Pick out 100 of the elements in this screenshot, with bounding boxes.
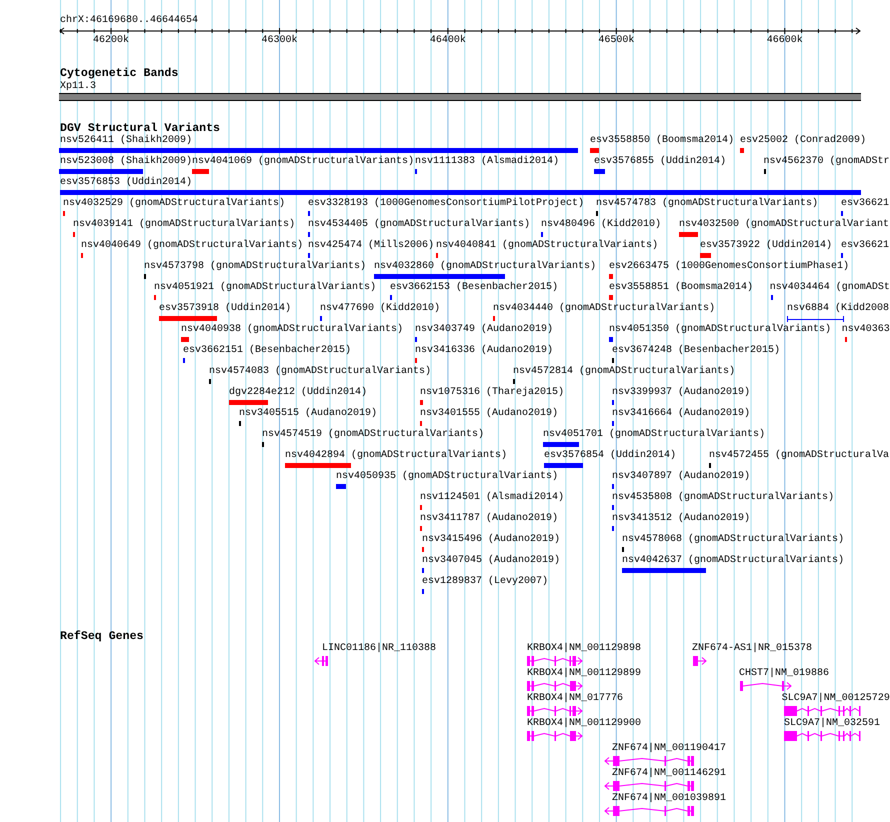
tick-label: 46600k [766, 35, 803, 47]
variant-span-line[interactable] [787, 316, 844, 322]
gene-label: ZNF674|NM_001039891 [612, 793, 726, 805]
variant-label: nsv4574783 (gnomADStructuralVariants) [596, 198, 818, 210]
variant-bar[interactable] [700, 253, 711, 258]
gene-structure-drawing[interactable] [604, 780, 695, 792]
gene-label: SLC9A7|NM_032591 [784, 718, 880, 730]
variant-label: nsv3407045 (Audano2019) [422, 554, 560, 566]
variant-label: nsv4032529 (gnomADStructuralVariants) [63, 198, 286, 210]
variant-label: esv3576854 (Uddin2014) [544, 450, 676, 462]
variant-bar[interactable] [192, 169, 209, 174]
variant-bar[interactable] [59, 169, 143, 174]
variant-label: nsv3407897 (Audano2019) [612, 470, 750, 482]
variant-label: esv3573922 (Uddin2014) [700, 240, 832, 252]
variant-bar[interactable] [285, 463, 351, 468]
gene-label: KRBOX4|NM_017776 [527, 693, 624, 705]
variant-bar[interactable] [159, 316, 217, 321]
gene-structure-drawing[interactable] [604, 805, 695, 817]
variant-label: esv3558850 (Boomsma2014) [590, 134, 734, 146]
variant-label: nsv1111383 (Alsmadi2014) [415, 156, 560, 168]
tick-label: 46200k [93, 35, 130, 47]
gene-label: ZNF674-AS1|NR_015378 [692, 643, 812, 655]
gene-structure-drawing[interactable] [526, 730, 583, 742]
variant-bar[interactable] [374, 274, 505, 279]
variant-bar[interactable] [609, 295, 613, 300]
variant-label: nsv4042637 (gnomADStructuralVariants) [622, 554, 844, 566]
variant-label: esv36621 [841, 240, 890, 252]
variant-label: esv3558851 (Boomsma2014) [609, 282, 754, 294]
variant-label: nsv3416336 (Audano2019) [415, 344, 554, 356]
variant-bar[interactable] [544, 463, 583, 468]
variant-label: nsv4040938 (gnomADStructuralVariants) [181, 324, 404, 336]
variant-label: esv25002 (Conrad2009) [740, 134, 866, 146]
location-label: chrX:46169680..46644654 [60, 15, 198, 27]
variant-label: nsv6884 (Kidd2008 [787, 302, 890, 314]
variant-label: nsv4041069 (gnomADStructuralVariants) [192, 156, 414, 168]
gene-structure-drawing[interactable] [526, 705, 583, 717]
variant-label: nsv4039141 (gnomADStructuralVariants) [73, 218, 296, 230]
variant-label: nsv4032860 (gnomADStructuralVariants) [374, 260, 596, 272]
variant-label: esv3573918 (Uddin2014) [159, 302, 292, 314]
variant-label: nsv526411 (Shaikh2009) [60, 134, 192, 146]
gene-structure-drawing[interactable] [692, 655, 707, 667]
variant-bar[interactable] [590, 148, 599, 153]
variant-bar[interactable] [229, 400, 268, 405]
variant-bar[interactable] [594, 169, 605, 174]
variant-bar[interactable] [622, 568, 706, 573]
tick-label: 46400k [430, 35, 466, 47]
gene-structure-drawing[interactable] [739, 680, 792, 692]
gene-structure-drawing[interactable] [783, 705, 862, 717]
track-title: RefSeq Genes [60, 630, 144, 643]
variant-label: esv1289837 (Levy2007) [422, 576, 548, 588]
gene-label: ZNF674|NM_001146291 [612, 768, 726, 780]
variant-label: nsv4578068 (gnomADStructuralVariants) [622, 534, 844, 546]
variant-bar[interactable] [336, 484, 346, 489]
variant-label: esv3674248 (Besenbacher2015) [612, 344, 780, 356]
variant-label: nsv3413512 (Audano2019) [612, 512, 750, 524]
variant-bar[interactable] [609, 337, 613, 342]
band-label: Xp11.3 [60, 81, 96, 92]
variant-bar[interactable] [543, 442, 579, 447]
variant-label: nsv1124501 (Alsmadi2014) [420, 492, 564, 504]
gene-structure-drawing[interactable] [526, 680, 583, 692]
variant-label: nsv3415496 (Audano2019) [422, 534, 560, 546]
variant-label: esv3328193 (1000GenomesConsortiumPilotProject) [308, 198, 584, 210]
tick-label: 46500k [598, 35, 634, 47]
gene-label: CHST7|NM_019886 [739, 668, 830, 680]
variant-label: nsv480496 (Kidd2010) [541, 218, 662, 230]
variant-label: nsv4040841 (gnomADStructuralVariants) [436, 240, 658, 252]
variant-label: nsv3416664 (Audano2019) [612, 408, 750, 420]
variant-bar[interactable] [60, 190, 861, 195]
variant-label: nsv4572455 (gnomADStructuralVa [709, 450, 890, 462]
variant-label: nsv3411787 (Audano2019) [420, 512, 558, 524]
variant-label: nsv4535808 (gnomADStructuralVariants) [612, 492, 834, 504]
variant-label: nsv4051921 (gnomADStructuralVariants) [154, 282, 376, 294]
variant-label: nsv523008 (Shaikh2009) [60, 156, 192, 168]
variant-label: nsv4572814 (gnomADStructuralVariants) [513, 366, 736, 378]
gene-structure-drawing[interactable] [526, 655, 583, 667]
variant-bar[interactable] [609, 274, 613, 279]
gene-structure-drawing[interactable] [604, 755, 695, 767]
variant-bar[interactable] [679, 232, 698, 237]
variant-label: esv2663475 (1000GenomesConsortiumPhase1) [609, 260, 850, 272]
variant-label: nsv4042894 (gnomADStructuralVariants) [285, 450, 508, 462]
variant-label: nsv4051350 (gnomADStructuralVariants) [609, 324, 832, 336]
variant-label: nsv4034464 (gnomADSt [770, 282, 890, 294]
variant-label: esv3662151 (Besenbacher2015) [183, 344, 352, 356]
gene-label: KRBOX4|NM_001129898 [527, 643, 642, 655]
variant-bar[interactable] [420, 400, 423, 405]
variant-label: nsv4032500 (gnomADStructuralVariant [679, 218, 890, 230]
variant-label: nsv3403749 (Audano2019) [415, 324, 554, 336]
gene-structure-drawing[interactable] [314, 655, 329, 667]
variant-label: nsv3405515 (Audano2019) [239, 408, 378, 420]
variant-label: dgv2284e212 (Uddin2014) [229, 386, 368, 398]
variant-label: esv3576855 (Uddin2014) [594, 156, 726, 168]
variant-label: nsv3399937 (Audano2019) [612, 386, 750, 398]
gene-label: SLC9A7|NM_00125729 [782, 693, 890, 705]
variant-bar[interactable] [740, 148, 744, 153]
gene-structure-drawing[interactable] [783, 730, 862, 742]
variant-bar[interactable] [181, 337, 189, 342]
variant-label: nsv4534405 (gnomADStructuralVariants) [308, 218, 530, 230]
variant-bar[interactable] [59, 148, 578, 153]
variant-label: nsv4034440 (gnomADStructuralVariants) [493, 302, 716, 314]
gene-label: KRBOX4|NM_001129899 [527, 668, 642, 680]
